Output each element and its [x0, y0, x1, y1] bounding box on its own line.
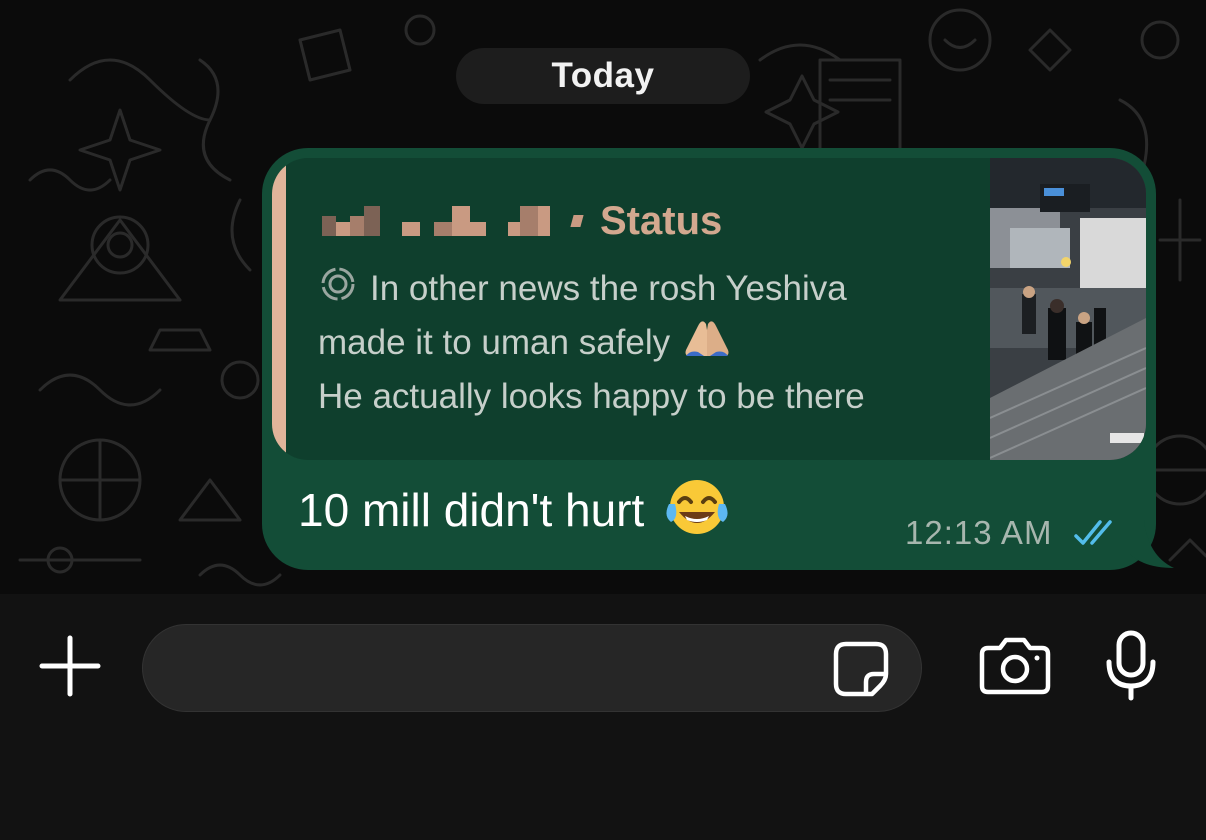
message-timestamp: 12:13 AM — [905, 514, 1053, 551]
quoted-status-reply[interactable]: Status In other news the rosh Yeshiva ma… — [272, 158, 1146, 460]
chat-area: Today Status In other news the rosh Yesh… — [0, 0, 1206, 594]
quote-accent-bar — [272, 158, 286, 460]
message-text-content: 10 mill didn't hurt — [298, 484, 645, 536]
quoted-author: Status — [322, 198, 722, 244]
microphone-icon[interactable] — [1104, 630, 1158, 702]
quote-line-1: In other news the rosh Yeshiva — [370, 269, 847, 308]
quote-line-3: He actually looks happy to be there — [318, 377, 865, 416]
status-label: Status — [600, 198, 723, 243]
folded-hands-emoji — [685, 321, 729, 356]
status-thumbnail-image[interactable] — [990, 158, 1146, 460]
date-separator-label: Today — [551, 56, 655, 95]
plus-icon[interactable] — [38, 634, 102, 698]
tears-of-joy-emoji — [666, 480, 728, 534]
quoted-status-text: In other news the rosh Yeshiva made it t… — [318, 262, 978, 424]
read-receipt-double-check-icon — [1074, 520, 1112, 545]
date-separator: Today — [456, 48, 750, 104]
message-input[interactable] — [142, 624, 922, 712]
quote-line-2: made it to uman safely — [318, 323, 671, 362]
sticker-icon[interactable] — [832, 640, 890, 698]
camera-icon[interactable] — [978, 636, 1052, 696]
bubble-tail — [1130, 520, 1174, 568]
message-text: 10 mill didn't hurt — [298, 478, 729, 540]
censored-contact-name — [322, 206, 584, 236]
